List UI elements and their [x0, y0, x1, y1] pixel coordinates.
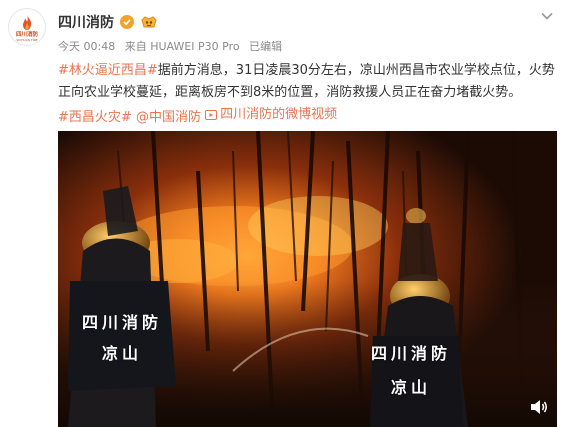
- post-text: #林火逼近西昌#据前方消息，31日凌晨30分左右，凉山州西昌市农业学校点位，火势…: [58, 60, 558, 129]
- avatar[interactable]: 四川消防 SICHUAN FIRE: [8, 8, 46, 46]
- edited-label[interactable]: 已编辑: [249, 40, 282, 53]
- video-link-label: 四川消防的微博视频: [220, 107, 338, 122]
- post-time[interactable]: 今天 00:48: [58, 40, 115, 53]
- weibo-post: 四川消防 SICHUAN FIRE 四川消防 今天 00:48 来自 HUAWE…: [0, 0, 565, 427]
- uniform-text: 四川消防: [82, 313, 163, 332]
- uniform-text: 凉山: [102, 344, 143, 363]
- hashtag-link[interactable]: #西昌火灾#: [58, 110, 132, 125]
- avatar-subtext: SICHUAN FIRE: [16, 37, 38, 42]
- mention-link[interactable]: @中国消防: [136, 110, 201, 125]
- post-meta: 今天 00:48 来自 HUAWEI P30 Pro 已编辑: [58, 38, 288, 54]
- verified-badge-icon[interactable]: [120, 15, 134, 29]
- author-row: 四川消防: [58, 12, 158, 32]
- video-play-icon: [205, 110, 218, 120]
- account-name[interactable]: 四川消防: [58, 12, 114, 32]
- volume-icon[interactable]: [529, 397, 549, 417]
- fire-scene-frame: [58, 131, 557, 427]
- uniform-text: 凉山: [391, 378, 432, 397]
- hashtag-link[interactable]: #林火逼近西昌#: [58, 63, 158, 78]
- uniform-text: 四川消防: [371, 344, 452, 363]
- post-source: 来自 HUAWEI P30 Pro: [124, 40, 240, 53]
- flame-logo-icon: [23, 14, 32, 30]
- member-crown-icon[interactable]: [140, 14, 158, 30]
- video-link[interactable]: 四川消防的微博视频: [205, 104, 337, 126]
- chevron-down-icon[interactable]: [539, 8, 555, 24]
- video-player[interactable]: 四川消防 凉山 四川消防 凉山: [58, 131, 557, 427]
